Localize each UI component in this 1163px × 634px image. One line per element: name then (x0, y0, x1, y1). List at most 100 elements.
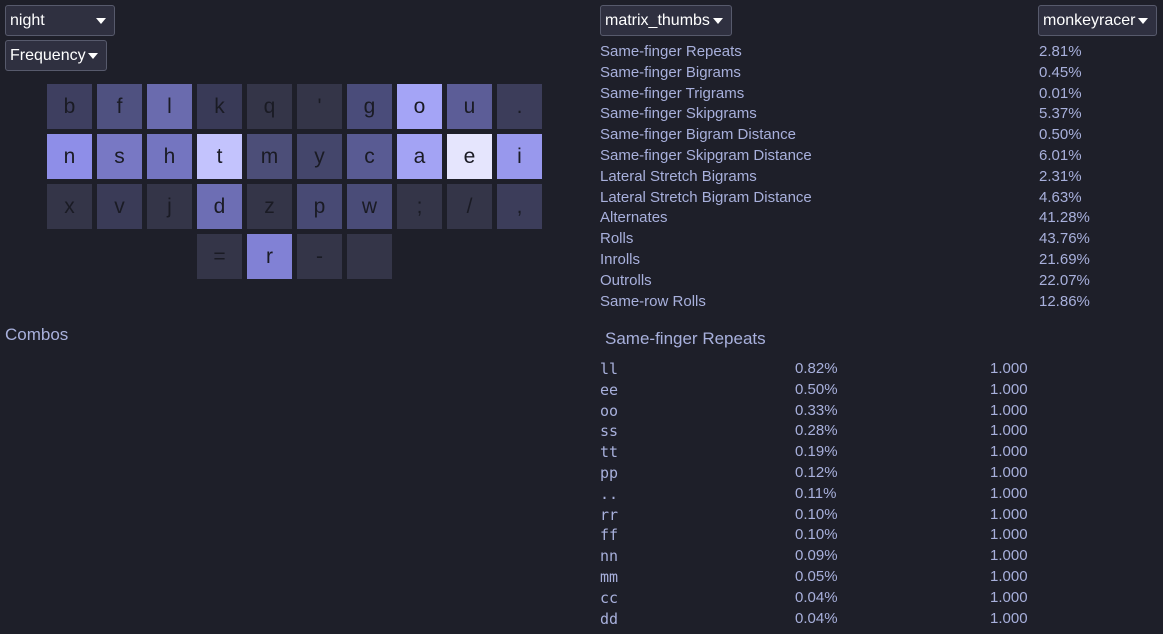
chevron-down-icon (713, 17, 723, 24)
stat-row[interactable]: Lateral Stretch Bigrams 2.31% (600, 167, 1140, 188)
key-0-5[interactable]: ' (297, 84, 342, 129)
key-1-3[interactable]: t (197, 134, 242, 179)
detail-row: pp 0.12% 1.000 (600, 463, 1060, 484)
stat-label: Same-row Rolls (600, 292, 706, 310)
detail-row: .. 0.11% 1.000 (600, 484, 1060, 505)
key-2-3[interactable]: d (197, 184, 242, 229)
key-2-7[interactable]: ; (397, 184, 442, 229)
key-1-7[interactable]: a (397, 134, 442, 179)
stat-row[interactable]: Same-finger Bigrams 0.45% (600, 63, 1140, 84)
stat-value: 0.01% (1039, 84, 1082, 102)
stat-label: Same-finger Repeats (600, 43, 742, 60)
ngram-cell: tt (600, 443, 619, 462)
key-0-1[interactable]: f (97, 84, 142, 129)
key-0-0[interactable]: b (47, 84, 92, 129)
stat-value: 2.81% (1039, 43, 1082, 60)
key-2-0[interactable]: x (47, 184, 92, 229)
key-3-1[interactable]: r (247, 234, 292, 279)
ratio-cell: 1.000 (990, 609, 1028, 627)
key-0-8[interactable]: u (447, 84, 492, 129)
corpus-select-value: monkeyracer (1043, 11, 1136, 29)
stat-row[interactable]: Alternates 41.28% (600, 208, 1140, 229)
key-3-2[interactable]: - (297, 234, 342, 279)
frequency-cell: 0.12% (795, 463, 838, 481)
stat-label: Alternates (600, 209, 668, 227)
stat-value: 6.01% (1039, 146, 1082, 164)
stat-row[interactable]: Inrolls 21.69% (600, 250, 1140, 271)
stat-label: Inrolls (600, 250, 641, 268)
ngram-cell: dd (600, 609, 619, 628)
combos-label: Combos (5, 325, 69, 344)
frequency-cell: 0.11% (795, 484, 837, 502)
detail-row: ss 0.28% 1.000 (600, 421, 1060, 442)
key-2-5[interactable]: p (297, 184, 342, 229)
key-1-8[interactable]: e (447, 134, 492, 179)
key-0-3[interactable]: k (197, 84, 242, 129)
detail-row: ee 0.50% 1.000 (600, 380, 1060, 401)
detail-row: dd 0.04% 1.000 (600, 609, 1060, 630)
key-2-2[interactable]: j (147, 184, 192, 229)
key-1-9[interactable]: i (497, 134, 542, 179)
detail-table: ll 0.82% 1.000 ee 0.50% 1.000 oo 0.33% 1.000 ss 0.… (600, 359, 1060, 629)
key-0-9[interactable]: . (497, 84, 542, 129)
key-3-0[interactable]: = (197, 234, 242, 279)
key-1-4[interactable]: m (247, 134, 292, 179)
metric-select[interactable]: Frequency (5, 40, 107, 71)
detail-title: Same-finger Repeats (605, 329, 766, 348)
key-1-5[interactable]: y (297, 134, 342, 179)
key-1-1[interactable]: s (97, 134, 142, 179)
detail-row: oo 0.33% 1.000 (600, 401, 1060, 422)
key-2-8[interactable]: / (447, 184, 492, 229)
frequency-cell: 0.10% (795, 526, 838, 544)
frequency-cell: 0.82% (795, 360, 838, 377)
detail-row: rr 0.10% 1.000 (600, 505, 1060, 526)
chevron-down-icon (88, 52, 98, 59)
layout-select[interactable]: night (5, 5, 115, 36)
ngram-cell: ff (600, 526, 619, 545)
key-1-0[interactable]: n (47, 134, 92, 179)
stat-row[interactable]: Same-finger Skipgram Distance 6.01% (600, 146, 1140, 167)
key-1-2[interactable]: h (147, 134, 192, 179)
key-2-9[interactable]: , (497, 184, 542, 229)
keyboard-select[interactable]: matrix_thumbs (600, 5, 732, 36)
keyboard-select-value: matrix_thumbs (605, 11, 710, 29)
key-0-2[interactable]: l (147, 84, 192, 129)
stat-value: 43.76% (1039, 230, 1090, 248)
stat-row[interactable]: Lateral Stretch Bigram Distance 4.63% (600, 188, 1140, 209)
ratio-cell: 1.000 (990, 443, 1028, 461)
ratio-cell: 1.000 (990, 547, 1028, 565)
frequency-cell: 0.33% (795, 401, 838, 419)
ratio-cell: 1.000 (990, 567, 1028, 585)
stat-value: 0.45% (1039, 63, 1082, 81)
key-2-1[interactable]: v (97, 184, 142, 229)
ratio-cell: 1.000 (990, 526, 1028, 544)
stat-row[interactable]: Rolls 43.76% (600, 229, 1140, 250)
stat-row[interactable]: Same-row Rolls 12.86% (600, 292, 1140, 313)
key-0-6[interactable]: g (347, 84, 392, 129)
stat-row[interactable]: Same-finger Repeats 2.81% (600, 42, 1140, 63)
ratio-cell: 1.000 (990, 401, 1028, 419)
stat-row[interactable]: Same-finger Skipgrams 5.37% (600, 104, 1140, 125)
stat-value: 2.31% (1039, 167, 1082, 185)
key-2-6[interactable]: w (347, 184, 392, 229)
ratio-cell: 1.000 (990, 588, 1028, 606)
detail-row: ll 0.82% 1.000 (600, 359, 1060, 380)
key-0-4[interactable]: q (247, 84, 292, 129)
ratio-cell: 1.000 (990, 422, 1028, 440)
key-1-6[interactable]: c (347, 134, 392, 179)
frequency-cell: 0.28% (795, 422, 838, 440)
stat-row[interactable]: Same-finger Trigrams 0.01% (600, 84, 1140, 105)
key-3-3[interactable] (347, 234, 392, 279)
key-2-4[interactable]: z (247, 184, 292, 229)
stat-row[interactable]: Outrolls 22.07% (600, 271, 1140, 292)
stat-value: 21.69% (1039, 250, 1090, 268)
stat-row[interactable]: Same-finger Bigram Distance 0.50% (600, 125, 1140, 146)
ngram-cell: oo (600, 401, 619, 420)
frequency-cell: 0.09% (795, 547, 838, 565)
ngram-cell: rr (600, 505, 619, 524)
stat-label: Lateral Stretch Bigrams (600, 167, 757, 185)
key-0-7[interactable]: o (397, 84, 442, 129)
ratio-cell: 1.000 (990, 360, 1028, 377)
ratio-cell: 1.000 (990, 484, 1028, 502)
corpus-select[interactable]: monkeyracer (1038, 5, 1157, 36)
